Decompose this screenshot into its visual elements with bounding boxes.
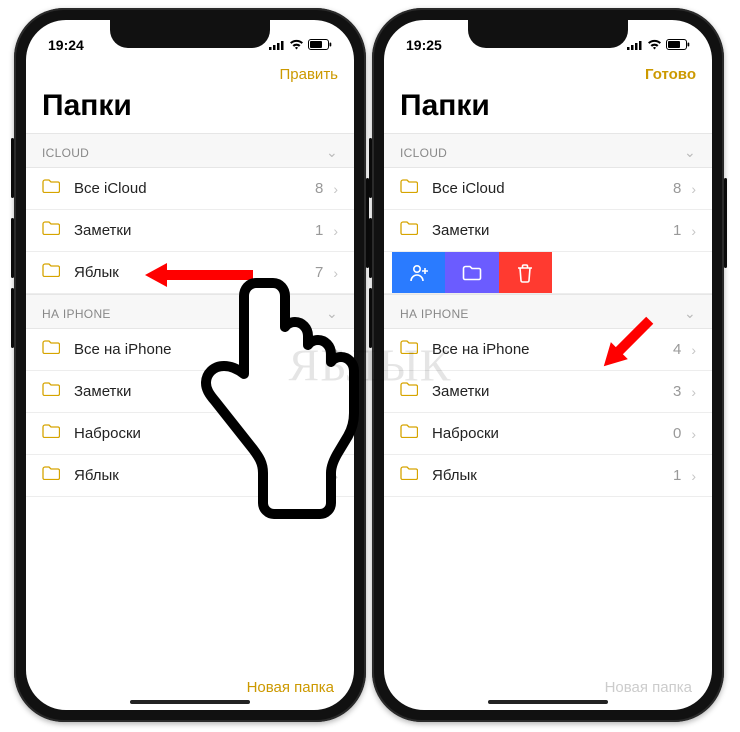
page-title: Папки [26, 87, 354, 133]
folder-count: 8 [673, 180, 681, 197]
folder-count: 1 [673, 467, 681, 484]
folder-icon [42, 466, 62, 485]
chevron-right-icon: › [691, 181, 696, 197]
signal-icon [627, 37, 643, 53]
folder-count: 3 [673, 383, 681, 400]
folder-label: Яблык [432, 467, 673, 484]
folder-count: 1 [673, 222, 681, 239]
nav-bar: Готово [384, 60, 712, 87]
chevron-right-icon: › [691, 426, 696, 442]
notch [110, 20, 270, 48]
trash-icon [516, 263, 534, 283]
folder-icon [42, 179, 62, 198]
status-time: 19:24 [48, 37, 84, 53]
move-action[interactable] [445, 252, 498, 293]
share-action[interactable] [392, 252, 445, 293]
folder-count: 4 [673, 341, 681, 358]
section-title: НА IPHONE [42, 307, 111, 321]
page-title: Папки [384, 87, 712, 133]
folder-icon [42, 424, 62, 443]
folder-row[interactable]: Яблык 1 › [384, 455, 712, 497]
folder-icon [400, 179, 420, 198]
folder-icon [400, 340, 420, 359]
folder-icon [400, 466, 420, 485]
chevron-right-icon: › [691, 342, 696, 358]
section-title: ICLOUD [42, 146, 89, 160]
delete-action[interactable] [499, 252, 552, 293]
chevron-down-icon: ⌄ [326, 144, 338, 161]
chevron-down-icon: ⌄ [684, 305, 696, 322]
folder-label: Все iCloud [432, 180, 673, 197]
new-folder-button[interactable]: Новая папка [247, 679, 334, 696]
battery-icon [666, 37, 690, 53]
folder-row-swiped[interactable]: 7 › [384, 252, 712, 294]
home-indicator[interactable] [488, 700, 608, 704]
folder-label: Заметки [74, 222, 315, 239]
status-time: 19:25 [406, 37, 442, 53]
chevron-right-icon: › [333, 223, 338, 239]
chevron-right-icon: › [691, 468, 696, 484]
folder-row[interactable]: Наброски 0 › [384, 413, 712, 455]
folder-row[interactable]: Заметки 1 › [26, 210, 354, 252]
battery-icon [308, 37, 332, 53]
new-folder-button: Новая папка [605, 679, 692, 696]
phone-frame-right: 19:25 Готово Папки ICLOUD [372, 8, 724, 722]
done-button[interactable]: Готово [645, 66, 696, 83]
home-indicator[interactable] [130, 700, 250, 704]
folder-icon [42, 221, 62, 240]
pointer-arrow-annotation [580, 300, 670, 395]
section-header-icloud[interactable]: ICLOUD ⌄ [26, 133, 354, 168]
wifi-icon [289, 37, 304, 53]
folder-icon [462, 265, 482, 281]
folder-icon [42, 263, 62, 282]
chevron-down-icon: ⌄ [684, 144, 696, 161]
folder-icon [42, 382, 62, 401]
pointing-hand-annotation [180, 265, 360, 530]
chevron-right-icon: › [333, 181, 338, 197]
notch [468, 20, 628, 48]
add-person-icon [408, 262, 430, 284]
folder-count: 0 [673, 425, 681, 442]
folder-icon [400, 382, 420, 401]
wifi-icon [647, 37, 662, 53]
chevron-right-icon: › [691, 384, 696, 400]
folder-icon [400, 221, 420, 240]
folder-label: Заметки [432, 222, 673, 239]
swipe-actions [392, 252, 552, 293]
folder-icon [42, 340, 62, 359]
folder-label: Все iCloud [74, 180, 315, 197]
folder-row[interactable]: Все iCloud 8 › [384, 168, 712, 210]
signal-icon [269, 37, 285, 53]
folder-label: Наброски [432, 425, 673, 442]
folder-row[interactable]: Все iCloud 8 › [26, 168, 354, 210]
folder-row[interactable]: Заметки 1 › [384, 210, 712, 252]
nav-bar: Править [26, 60, 354, 87]
chevron-right-icon: › [691, 223, 696, 239]
section-header-icloud[interactable]: ICLOUD ⌄ [384, 133, 712, 168]
folder-count: 1 [315, 222, 323, 239]
section-title: ICLOUD [400, 146, 447, 160]
section-title: НА IPHONE [400, 307, 469, 321]
edit-button[interactable]: Править [280, 66, 339, 83]
folder-icon [400, 424, 420, 443]
folder-count: 8 [315, 180, 323, 197]
